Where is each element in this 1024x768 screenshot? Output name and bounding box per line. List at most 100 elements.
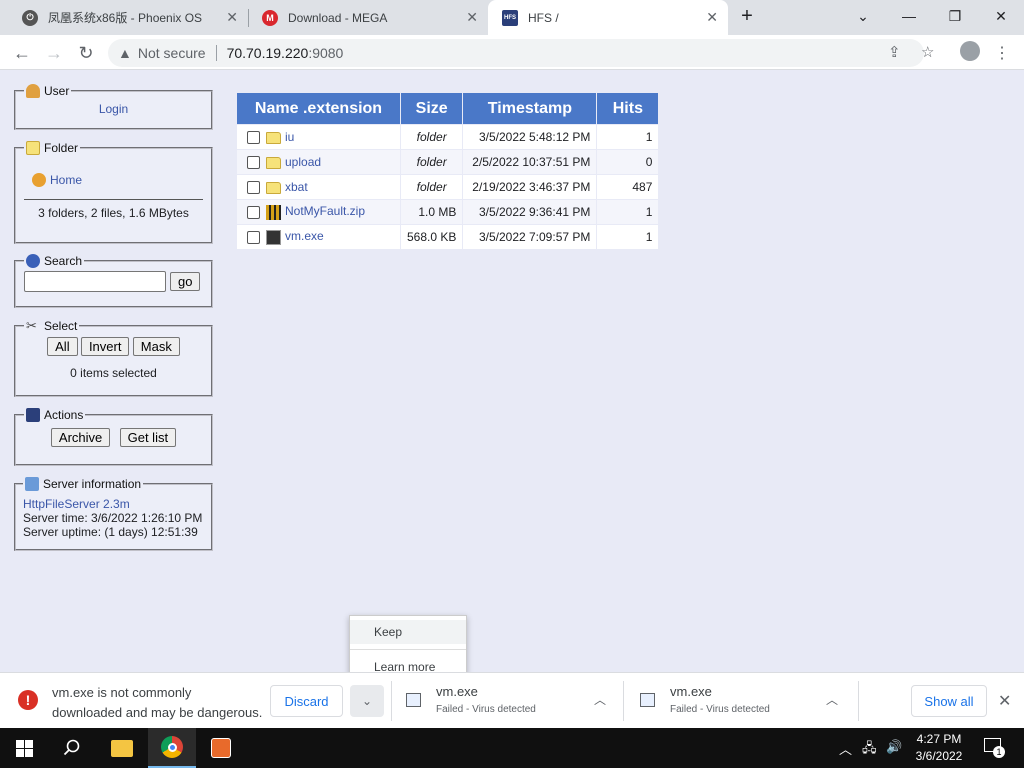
close-tab-icon[interactable]: ✕ <box>706 9 718 26</box>
chrome-taskbar-icon[interactable] <box>148 728 196 768</box>
folder-icon <box>111 739 133 757</box>
volume-icon[interactable]: 🔊 <box>886 739 902 755</box>
tab-title: Download - MEGA <box>288 10 388 25</box>
restore-button[interactable]: ❐ <box>932 0 978 32</box>
tab-hfs[interactable]: HFS HFS / ✕ <box>488 0 728 35</box>
keep-menu-item[interactable]: Keep <box>350 620 466 644</box>
chevron-up-icon[interactable]: ︿ <box>594 691 606 708</box>
url-port: :9080 <box>308 45 344 61</box>
profile-avatar-icon[interactable] <box>960 41 980 61</box>
server-uptime: Server uptime: (1 days) 12:51:39 <box>23 525 198 539</box>
close-tab-icon[interactable]: ✕ <box>466 9 478 26</box>
file-explorer-icon[interactable] <box>98 728 146 768</box>
reload-icon[interactable]: ↻ <box>73 40 99 66</box>
zip-archive-icon <box>266 204 281 220</box>
actions-legend: Actions <box>24 408 85 422</box>
file-link[interactable]: NotMyFault.zip <box>285 204 365 218</box>
column-header-hits[interactable]: Hits <box>597 93 659 124</box>
archive-button[interactable]: Archive <box>50 428 111 447</box>
bookmark-star-icon[interactable]: ☆ <box>921 43 934 61</box>
warning-triangle-icon[interactable]: ▲ <box>118 45 132 61</box>
timestamp-cell: 2/19/2022 3:46:37 PM <box>463 175 597 199</box>
row-checkbox[interactable] <box>247 181 260 195</box>
new-tab-button[interactable]: + <box>730 0 764 32</box>
warning-line-1: vm.exe is not commonly <box>52 685 192 700</box>
tab-mega[interactable]: M Download - MEGA ✕ <box>248 0 488 35</box>
get-list-button[interactable]: Get list <box>119 428 177 447</box>
menu-kebab-icon[interactable]: ⋮ <box>989 40 1015 66</box>
table-header-row: Name .extension Size Timestamp Hits <box>237 93 659 124</box>
hits-cell: 1 <box>597 125 659 149</box>
app-box-icon <box>211 738 231 758</box>
server-computer-icon <box>25 477 39 491</box>
legend-text: Server information <box>43 477 142 491</box>
file-link[interactable]: xbat <box>285 180 308 194</box>
search-icon[interactable] <box>48 728 96 768</box>
minimize-button[interactable]: — <box>886 0 932 32</box>
home-icon <box>32 173 46 187</box>
chevron-up-icon[interactable]: ︿ <box>826 691 838 708</box>
file-icon <box>640 693 655 707</box>
download-options-chevron-icon[interactable]: ⌄ <box>350 685 384 717</box>
share-icon[interactable]: ⇪ <box>888 43 901 61</box>
close-window-button[interactable]: ✕ <box>978 0 1024 32</box>
folder-icon <box>266 156 281 169</box>
magnifier-icon <box>63 739 80 756</box>
select-all-button[interactable]: All <box>47 337 78 356</box>
row-checkbox[interactable] <box>247 131 260 145</box>
hfs-page: User Login Folder Home 3 folders, 2 file… <box>0 71 1024 672</box>
download-item[interactable]: vm.exe Failed - Virus detected ︿ <box>640 681 850 721</box>
column-header-size[interactable]: Size <box>401 93 463 124</box>
timestamp-cell: 3/5/2022 9:36:41 PM <box>463 200 597 224</box>
folder-icon <box>266 181 281 194</box>
tray-overflow-chevron-icon[interactable]: ︿ <box>839 739 852 758</box>
search-panel: Search go <box>14 254 213 308</box>
scissors-icon: ✂ <box>26 318 37 333</box>
tab-search-chevron-icon[interactable]: ⌄ <box>840 0 886 32</box>
size-cell: 1.0 MB <box>401 200 463 224</box>
row-checkbox[interactable] <box>247 230 260 244</box>
start-button[interactable] <box>0 728 48 768</box>
download-item[interactable]: vm.exe Failed - Virus detected ︿ <box>406 681 616 721</box>
folder-summary: 3 folders, 2 files, 1.6 MBytes <box>24 199 203 220</box>
close-shelf-icon[interactable]: ✕ <box>998 691 1011 711</box>
network-icon[interactable]: 🖧 <box>862 739 877 761</box>
show-all-downloads-button[interactable]: Show all <box>911 685 987 717</box>
address-bar[interactable]: ▲ Not secure 70.70.19.220:9080 ⇪ ☆ <box>108 39 934 67</box>
login-link[interactable]: Login <box>99 102 128 116</box>
file-list-table: Name .extension Size Timestamp Hits iu f… <box>236 92 660 250</box>
invert-selection-button[interactable]: Invert <box>80 337 130 356</box>
tab-strip: ⏻ 凤凰系统x86版 - Phoenix OS ✕ M Download - M… <box>0 0 1024 35</box>
mask-button[interactable]: Mask <box>132 337 180 356</box>
file-link[interactable]: iu <box>285 130 294 144</box>
forward-arrow-icon[interactable]: → <box>41 40 67 66</box>
tab-phoenix-os[interactable]: ⏻ 凤凰系统x86版 - Phoenix OS ✕ <box>8 0 248 35</box>
close-tab-icon[interactable]: ✕ <box>226 9 238 26</box>
notification-center-icon[interactable]: 1 <box>984 738 1005 758</box>
name-cell: upload <box>237 150 400 174</box>
home-link[interactable]: Home <box>50 173 82 187</box>
legend-text: User <box>44 84 70 98</box>
mega-favicon-icon: M <box>262 9 278 26</box>
select-legend: ✂ Select <box>24 318 79 334</box>
discard-button[interactable]: Discard <box>270 685 343 717</box>
size-cell: 568.0 KB <box>401 225 463 249</box>
installer-app-icon[interactable] <box>197 728 245 768</box>
hfs-version-link[interactable]: HttpFileServer 2.3m <box>23 497 130 511</box>
download-status: Failed - Virus detected <box>670 704 770 715</box>
row-checkbox[interactable] <box>247 156 260 170</box>
go-button[interactable]: go <box>170 272 201 291</box>
file-link[interactable]: upload <box>285 155 321 169</box>
table-row: xbat folder 2/19/2022 3:46:37 PM 487 <box>237 175 659 199</box>
search-input[interactable] <box>24 271 166 292</box>
hits-cell: 487 <box>597 175 659 199</box>
column-header-name[interactable]: Name .extension <box>237 93 400 124</box>
timestamp-cell: 2/5/2022 10:37:51 PM <box>463 150 597 174</box>
hits-cell: 0 <box>597 150 659 174</box>
back-arrow-icon[interactable]: ← <box>9 40 35 66</box>
row-checkbox[interactable] <box>247 205 260 219</box>
system-clock[interactable]: 4:27 PM 3/6/2022 <box>912 731 966 765</box>
size-cell: folder <box>401 150 463 174</box>
file-link[interactable]: vm.exe <box>285 229 324 243</box>
column-header-timestamp[interactable]: Timestamp <box>463 93 597 124</box>
